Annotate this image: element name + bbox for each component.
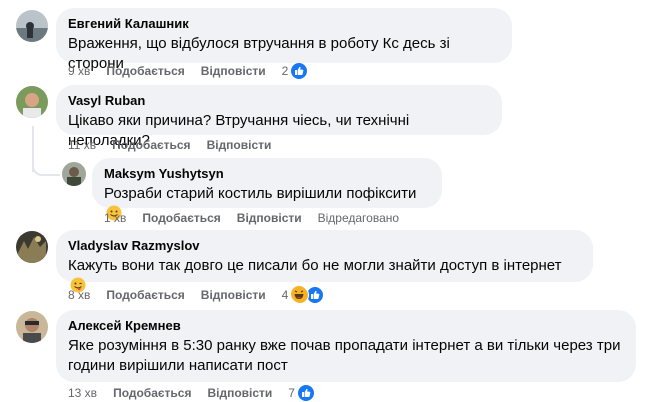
avatar-image xyxy=(16,311,48,343)
reaction-count: 7 xyxy=(288,386,295,400)
comment-actions: 9 хв Подобається Відповісти 2 xyxy=(68,63,308,79)
comment-text-body: Розраби старий костиль вирішили пофіксит… xyxy=(104,185,417,202)
comment-bubble: Алексей Кремнев Яке розуміння в 5:30 ран… xyxy=(56,310,636,382)
reaction-summary[interactable]: 7 xyxy=(288,385,314,401)
comment-bubble: Maksym Yushytsyn Розраби старий костиль … xyxy=(92,158,442,221)
like-button[interactable]: Подобається xyxy=(106,287,184,303)
avatar[interactable] xyxy=(62,162,86,186)
like-button[interactable]: Подобається xyxy=(106,63,184,79)
comment-text-body: Кажуть вони так довго це писали бо не мо… xyxy=(68,257,562,274)
edited-label: Відредаговано xyxy=(317,211,400,225)
like-button[interactable]: Подобається xyxy=(113,385,191,401)
comment-actions: 13 хв Подобається Відповісти 7 xyxy=(68,385,314,401)
reply-button[interactable]: Відповісти xyxy=(207,137,272,153)
comment-text-line: години вирішили написати пост xyxy=(68,357,288,374)
avatar[interactable] xyxy=(16,231,48,263)
reply-button[interactable]: Відповісти xyxy=(207,385,272,401)
comment-time[interactable]: 1 хв xyxy=(104,210,126,226)
comment-author[interactable]: Vasyl Ruban xyxy=(68,93,490,109)
reaction-count: 2 xyxy=(281,64,289,78)
comment-author[interactable]: Алексей Кремнев xyxy=(68,318,624,334)
comment-bubble: Vladyslav Razmyslov Кажуть вони так довг… xyxy=(56,230,593,293)
comment-actions: 1 хв Подобається Відповісти Відредагован… xyxy=(104,210,399,226)
like-button[interactable]: Подобається xyxy=(112,137,190,153)
reply-button[interactable]: Відповісти xyxy=(237,210,302,226)
comment-time[interactable]: 11 хв xyxy=(68,137,96,153)
comment-text: Яке розуміння в 5:30 ранку вже почав про… xyxy=(68,336,624,376)
thread-connector xyxy=(32,160,60,176)
comment-author[interactable]: Maksym Yushytsyn xyxy=(104,166,430,182)
comment-author[interactable]: Vladyslav Razmyslov xyxy=(68,238,581,254)
comment-time[interactable]: 9 хв xyxy=(68,63,90,79)
comment-time[interactable]: 13 хв xyxy=(68,385,97,401)
reply-button[interactable]: Відповісти xyxy=(201,287,266,303)
comment-bubble: Евгений Калашник Враження, що відбулося … xyxy=(56,8,512,72)
reaction-summary[interactable]: 2 xyxy=(282,63,308,79)
avatar-image xyxy=(16,231,48,263)
avatar-image xyxy=(16,86,48,118)
avatar-image xyxy=(62,162,86,186)
comment-actions: 11 хв Подобається Відповісти xyxy=(68,137,287,153)
like-icon xyxy=(291,63,308,79)
reply-button[interactable]: Відповісти xyxy=(201,63,266,79)
comment-text-line: Яке розуміння в 5:30 ранку вже почав про… xyxy=(68,337,621,354)
avatar[interactable] xyxy=(16,10,48,42)
like-button[interactable]: Подобається xyxy=(142,210,220,226)
comment-author[interactable]: Евгений Калашник xyxy=(68,16,500,32)
reaction-summary[interactable]: 4 xyxy=(282,286,325,304)
avatar-image xyxy=(16,10,48,42)
like-icon xyxy=(297,385,314,401)
avatar[interactable] xyxy=(16,311,48,343)
comment-actions: 8 хв Подобається Відповісти 4 xyxy=(68,286,325,304)
comment-bubble: Vasyl Ruban Цікаво яки причина? Втручанн… xyxy=(56,85,502,149)
comment-time[interactable]: 8 хв xyxy=(68,287,90,303)
avatar[interactable] xyxy=(16,86,48,118)
reaction-count: 4 xyxy=(281,288,289,302)
haha-icon xyxy=(291,286,310,304)
